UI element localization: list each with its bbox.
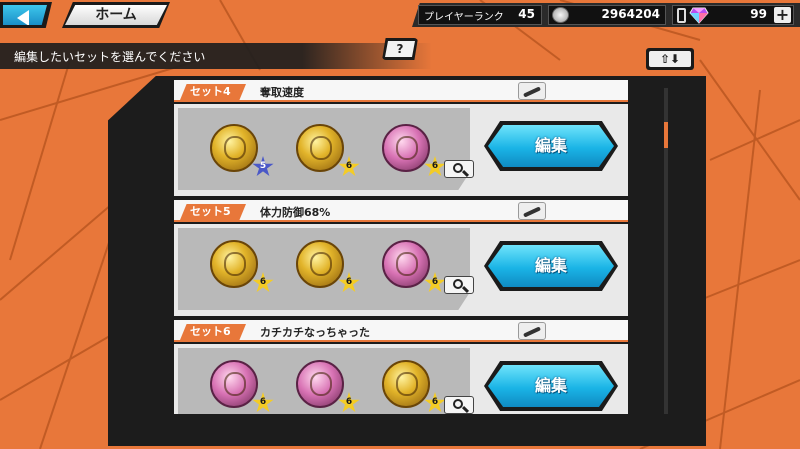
set-number-tag: セット5 [180, 204, 246, 220]
set-card-header: セット5 体力防御68% [174, 200, 628, 222]
set-name: カチカチなっちゃった [260, 326, 370, 339]
details-magnify-button[interactable] [444, 276, 474, 294]
rename-button[interactable] [518, 82, 546, 100]
magnify-handle [461, 169, 470, 178]
medal[interactable] [382, 240, 430, 288]
instruction-text: 編集したいセットを選んでください [14, 50, 206, 64]
character-icon [310, 252, 332, 276]
pencil-icon [522, 206, 542, 218]
coin-value: 2964204 [601, 7, 660, 21]
set-card-header: セット6 カチカチなっちゃった [174, 320, 628, 342]
back-arrow-icon [17, 10, 29, 25]
edit-set-label: 編集 [488, 245, 614, 287]
set-name: 体力防御68% [260, 206, 331, 219]
character-icon [310, 372, 332, 396]
help-button-label: ? [385, 41, 415, 57]
set-number-tag: セット6 [180, 324, 246, 340]
magnify-handle [461, 285, 470, 294]
magnify-handle [461, 405, 470, 414]
set-card: セット5 体力防御68% 6 6 6 編集 [174, 200, 628, 316]
set-number-tag: セット4 [180, 84, 246, 100]
medal[interactable] [296, 360, 344, 408]
home-button[interactable]: ホーム [62, 2, 170, 28]
instruction-bar: 編集したいセットを選んでください [0, 43, 432, 69]
player-rank-label: プレイヤーランク [424, 12, 504, 23]
details-magnify-button[interactable] [444, 396, 474, 414]
character-icon [224, 252, 246, 276]
medal[interactable] [382, 124, 430, 172]
phone-icon [677, 8, 686, 23]
set-card-body: 6 6 6 編集 [174, 224, 628, 316]
set-name: 奪取速度 [260, 86, 304, 99]
gem-counter: 99 + [672, 5, 794, 25]
medal[interactable] [210, 124, 258, 172]
rename-button[interactable] [518, 322, 546, 340]
sort-button[interactable]: ⇧⬇ [646, 48, 694, 70]
add-gems-button[interactable]: + [774, 7, 791, 23]
character-icon [396, 252, 418, 276]
coin-counter: 2964204 [548, 5, 666, 25]
pencil-icon [522, 326, 542, 338]
edit-set-label: 編集 [488, 365, 614, 407]
player-rank-value: 45 [518, 7, 535, 21]
set-card-body: 6 6 6 編集 [174, 344, 628, 414]
coin-icon [552, 7, 569, 23]
details-magnify-button[interactable] [444, 160, 474, 178]
sort-icon: ⇧⬇ [649, 51, 691, 67]
character-icon [396, 136, 418, 160]
scrollbar-thumb[interactable] [664, 122, 668, 148]
medal[interactable] [382, 360, 430, 408]
gem-value: 99 [750, 7, 767, 21]
character-icon [310, 136, 332, 160]
rename-button[interactable] [518, 202, 546, 220]
edit-set-button[interactable]: 編集 [484, 121, 618, 171]
set-card-header: セット4 奪取速度 [174, 80, 628, 102]
edit-set-button[interactable]: 編集 [484, 241, 618, 291]
gem-icon [689, 7, 709, 24]
character-icon [224, 136, 246, 160]
medal[interactable] [296, 240, 344, 288]
set-card: セット6 カチカチなっちゃった 6 6 6 編集 [174, 320, 628, 414]
character-icon [224, 372, 246, 396]
medal[interactable] [296, 124, 344, 172]
edit-set-label: 編集 [488, 125, 614, 167]
set-card-body: 5 6 6 編集 [174, 104, 628, 196]
player-rank: プレイヤーランク 45 [418, 5, 542, 25]
back-button[interactable] [0, 2, 52, 28]
help-button[interactable]: ? [382, 38, 418, 60]
pencil-icon [522, 86, 542, 98]
top-bar: ホーム プレイヤーランク 45 2964204 99 + [0, 0, 800, 30]
character-icon [396, 372, 418, 396]
edit-set-button[interactable]: 編集 [484, 361, 618, 411]
set-card: セット4 奪取速度 5 6 6 編集 [174, 80, 628, 196]
medal[interactable] [210, 360, 258, 408]
home-button-label: ホーム [65, 5, 167, 25]
medal[interactable] [210, 240, 258, 288]
